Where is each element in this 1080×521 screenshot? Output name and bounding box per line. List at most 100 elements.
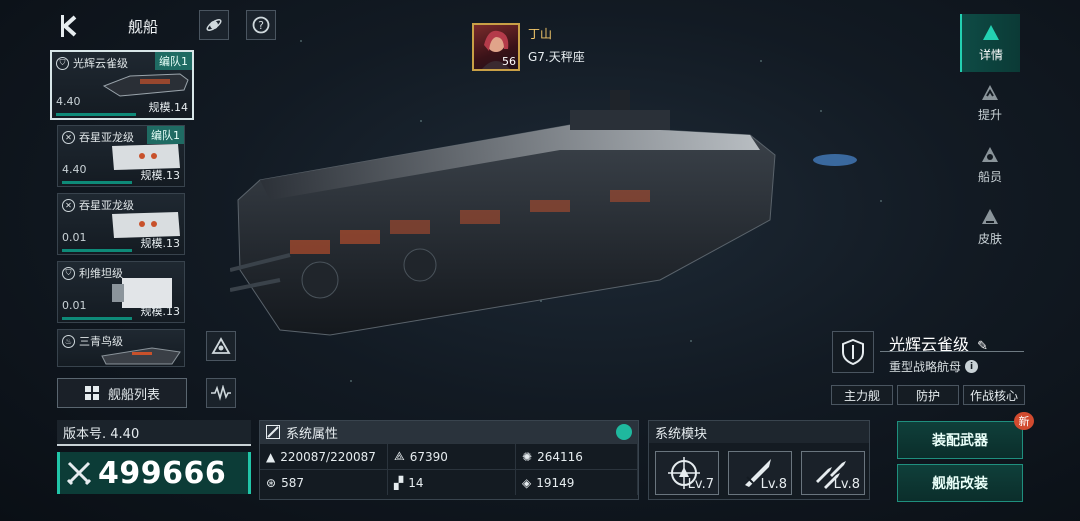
expand-toggle-icon[interactable] — [616, 424, 632, 440]
attribute-item: ✺ 264116 — [516, 443, 638, 469]
page-title: 舰船 — [128, 18, 159, 36]
shield-icon: ⛉ — [62, 266, 75, 280]
upgrade-icon — [982, 84, 998, 100]
ship-tag: 作战核心 — [963, 385, 1025, 405]
tab-skin[interactable]: 皮肤 — [960, 198, 1020, 256]
module-slot[interactable]: Lv.8 — [801, 451, 865, 495]
back-button[interactable] — [56, 12, 84, 40]
details-icon — [983, 24, 999, 40]
info-icon[interactable]: i — [965, 360, 979, 373]
module-level: Lv.7 — [687, 477, 714, 492]
attribute-value: 67390 — [409, 449, 448, 464]
question-icon: ? — [252, 16, 270, 34]
rocket-icon — [206, 19, 222, 31]
ship-card-name: 利维坦级 — [79, 267, 123, 280]
formation-icon: ⟁ — [394, 449, 405, 463]
ship-version: 4.40 — [62, 163, 87, 176]
tab-label: 皮肤 — [977, 231, 1002, 246]
shield-icon: ⛉ — [56, 56, 69, 70]
ship-scale: 规模.13 — [140, 237, 181, 250]
system-attributes-panel: 系统属性 ▲ 220087/220087 ⟁ 67390 ✺ 264116 ⊛ 587 … — [259, 420, 639, 500]
combat-power: 499666 — [57, 452, 251, 494]
ship-card[interactable]: ✕ 吞星亚龙级 0.01 规模.13 — [57, 193, 185, 255]
orbit-icon: ⊛ — [266, 475, 277, 490]
ship-card[interactable]: ⛉ 利维坦级 0.01 规模.13 — [57, 261, 185, 323]
ship-card-name: 吞星亚龙级 — [79, 131, 134, 144]
grid-icon — [84, 386, 99, 400]
flame-icon: ♨ — [62, 334, 75, 348]
attribute-item: ▲ 220087/220087 — [260, 443, 388, 469]
ship-list-label: 舰船列表 — [107, 387, 160, 403]
crosshair-icon: ✕ — [62, 198, 75, 212]
ship-tag: 防护 — [897, 385, 959, 405]
system-modules-panel: 系统模块 Lv.7 Lv.8 Lv.8 — [648, 420, 870, 500]
crew-icon — [982, 146, 998, 162]
ship-progress-bar — [62, 249, 132, 252]
ship-thumbnail — [102, 73, 189, 97]
fleet-stats-button[interactable] — [206, 378, 236, 408]
ship-progress-bar — [62, 181, 132, 184]
ship-card[interactable]: ✕ 吞星亚龙级 编队1 4.40 规模.13 — [57, 125, 185, 187]
equip-weapons-button[interactable]: 装配武器 — [897, 421, 1023, 459]
ship-version: 0.01 — [62, 299, 87, 312]
ship-type: 重型战略航母 i — [889, 358, 979, 375]
ship-class-badge — [832, 331, 874, 373]
formation-icon — [211, 337, 231, 354]
attribute-value: 264116 — [537, 449, 583, 464]
ship-list-button[interactable]: 舰船列表 — [57, 378, 187, 408]
ship-scale: 规模.13 — [140, 169, 181, 182]
ship-card-name: 三青鸟级 — [79, 335, 123, 348]
ship-card-name: 吞星亚龙级 — [79, 199, 134, 212]
diamond-target-icon: ◈ — [522, 475, 532, 490]
tab-label: 详情 — [978, 47, 1003, 62]
module-slot[interactable]: Lv.7 — [655, 451, 719, 495]
attribute-value: 14 — [408, 475, 424, 490]
ship-scale: 规模.14 — [148, 101, 189, 114]
module-level: Lv.8 — [760, 477, 787, 492]
tab-label: 提升 — [977, 107, 1002, 122]
crossed-swords-icon — [66, 461, 92, 486]
ship-card[interactable]: ♨ 三青鸟级 — [57, 329, 185, 367]
divider — [880, 351, 1024, 352]
new-badge: 新 — [1014, 412, 1034, 430]
version-label: 版本号. 4.40 — [57, 420, 251, 446]
attributes-title: 系统属性 — [286, 426, 339, 442]
attribute-value: 220087/220087 — [280, 449, 376, 464]
help-button[interactable]: ? — [246, 10, 276, 40]
ship-3d-model[interactable] — [230, 70, 870, 370]
ship-version: 4.40 — [56, 95, 81, 108]
ship-progress-bar — [56, 113, 136, 116]
ship-hull-icon: ▲ — [266, 449, 276, 464]
tab-upgrade[interactable]: 提升 — [960, 74, 1020, 132]
shield-icon — [842, 339, 864, 365]
attribute-item: ⊛ 587 — [260, 469, 388, 495]
ship-card-name: 光辉云雀级 — [73, 57, 128, 70]
tab-details[interactable]: 详情 — [960, 14, 1020, 72]
ship-version: 0.01 — [62, 231, 87, 244]
chevron-left-icon — [61, 15, 77, 37]
svg-text:?: ? — [258, 19, 264, 32]
commander-system: G7.天秤座 — [528, 50, 585, 64]
combat-power-value: 499666 — [98, 455, 227, 491]
commander-name: 丁山 — [528, 27, 553, 41]
ship-tag: 主力舰 — [831, 385, 893, 405]
tab-crew[interactable]: 船员 — [960, 136, 1020, 194]
attribute-value: 19149 — [536, 475, 575, 490]
gear-target-icon: ✺ — [522, 449, 533, 464]
fleet-tag: 编队1 — [147, 126, 184, 144]
skin-icon — [982, 208, 998, 224]
fleet-tag: 编队1 — [155, 52, 192, 70]
planet-button[interactable] — [199, 10, 229, 40]
attributes-icon — [266, 425, 280, 439]
ship-progress-bar — [62, 317, 132, 320]
attribute-item: ⟁ 67390 — [388, 443, 516, 469]
attribute-item: ◈ 19149 — [516, 469, 638, 495]
module-slot[interactable]: Lv.8 — [728, 451, 792, 495]
module-level: Lv.8 — [833, 477, 860, 492]
waveform-icon — [211, 385, 231, 401]
ship-type-text: 重型战略航母 — [889, 360, 962, 374]
ship-refit-button[interactable]: 舰船改装 — [897, 464, 1023, 502]
commander-info[interactable]: 56 丁山 G7.天秤座 — [472, 23, 585, 71]
tab-label: 船员 — [977, 169, 1002, 184]
ship-card[interactable]: ⛉ 光辉云雀级 编队1 4.40 规模.14 — [50, 50, 194, 120]
